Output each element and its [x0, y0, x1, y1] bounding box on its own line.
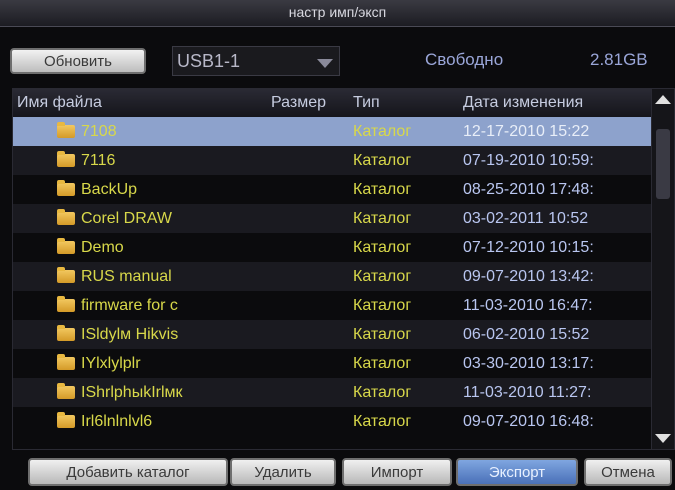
export-button[interactable]: Экспорт [456, 458, 578, 486]
folder-icon [57, 296, 75, 312]
free-space-label: Свободно [425, 50, 504, 69]
file-date: 03-30-2010 13:17: [463, 355, 594, 372]
file-date: 09-07-2010 13:42: [463, 268, 594, 285]
toolbar: Обновить USB1-1 Свободно 2.81GB [0, 34, 675, 84]
file-type: Каталог [353, 181, 412, 198]
file-date: 08-25-2010 17:48: [463, 181, 594, 198]
file-name: RUS manual [81, 268, 172, 285]
file-date: 03-02-2011 10:52 [463, 210, 589, 227]
file-name: Corel DRAW [81, 210, 172, 227]
table-row[interactable]: 7108 Каталог 12-17-2010 15:22 [13, 117, 653, 146]
scroll-up-icon[interactable] [655, 95, 671, 104]
cancel-button[interactable]: Отмена [584, 458, 672, 486]
table-header: Имя файла Размер Тип Дата изменения [13, 89, 653, 118]
file-type: Каталог [353, 384, 412, 401]
folder-icon [57, 354, 75, 370]
folder-icon [57, 122, 75, 138]
table-row[interactable]: RUS manual Каталог 09-07-2010 13:42: [13, 262, 653, 291]
folder-icon [57, 412, 75, 428]
table-row[interactable]: BackUp Каталог 08-25-2010 17:48: [13, 175, 653, 204]
file-name: IYlxlylplr [81, 355, 141, 372]
delete-button[interactable]: Удалить [230, 458, 336, 486]
file-name: ISldylм Hikvis [81, 326, 179, 343]
file-type: Каталог [353, 268, 412, 285]
folder-icon [57, 267, 75, 283]
file-name: 7116 [81, 152, 116, 169]
file-type: Каталог [353, 239, 412, 256]
file-name: firmware for c [81, 297, 178, 314]
import-button[interactable]: Импорт [342, 458, 452, 486]
file-name: Demo [81, 239, 124, 256]
device-select-value: USB1-1 [177, 51, 241, 71]
table-row[interactable]: Irl6lnlnlvl6 Каталог 09-07-2010 16:48: [13, 407, 653, 436]
footer-buttons: Добавить каталог Удалить Импорт Экспорт … [0, 456, 675, 486]
column-header-date[interactable]: Дата изменения [463, 89, 583, 117]
folder-icon [57, 383, 75, 399]
file-date: 06-02-2010 15:52 [463, 326, 590, 343]
scroll-thumb[interactable] [656, 129, 670, 199]
column-header-size[interactable]: Размер [271, 89, 326, 117]
add-directory-button[interactable]: Добавить каталог [28, 458, 228, 486]
table-row[interactable]: IShrlphыkIrlмк Каталог 11-03-2010 11:27: [13, 378, 653, 407]
window-title: настр имп/эксп [0, 0, 675, 27]
table-row[interactable]: Corel DRAW Каталог 03-02-2011 10:52 [13, 204, 653, 233]
file-type: Каталог [353, 326, 412, 343]
file-date: 12-17-2010 15:22 [463, 123, 590, 140]
table-row[interactable]: ISldylм Hikvis Каталог 06-02-2010 15:52 [13, 320, 653, 349]
file-name: 7108 [81, 123, 117, 140]
device-select[interactable]: USB1-1 [172, 46, 340, 76]
file-date: 09-07-2010 16:48: [463, 413, 594, 430]
chevron-down-icon[interactable] [317, 59, 333, 68]
folder-icon [57, 238, 75, 254]
file-name: IShrlphыkIrlмк [81, 384, 183, 401]
table-row[interactable]: Demo Каталог 07-12-2010 10:15: [13, 233, 653, 262]
refresh-button[interactable]: Обновить [10, 48, 146, 74]
folder-icon [57, 151, 75, 167]
file-table: Имя файла Размер Тип Дата изменения 7108… [12, 88, 675, 450]
table-row[interactable]: firmware for c Каталог 11-03-2010 16:47: [13, 291, 653, 320]
folder-icon [57, 325, 75, 341]
file-name: BackUp [81, 181, 138, 198]
file-date: 11-03-2010 11:27: [463, 384, 592, 401]
scrollbar[interactable] [651, 89, 674, 449]
file-date: 07-12-2010 10:15: [463, 239, 594, 256]
column-header-name[interactable]: Имя файла [17, 89, 102, 117]
folder-icon [57, 209, 75, 225]
file-type: Каталог [353, 355, 412, 372]
file-date: 11-03-2010 16:47: [463, 297, 593, 314]
table-row[interactable]: IYlxlylplr Каталог 03-30-2010 13:17: [13, 349, 653, 378]
file-type: Каталог [353, 210, 412, 227]
file-type: Каталог [353, 152, 412, 169]
free-space-value: 2.81GB [590, 50, 648, 69]
file-type: Каталог [353, 297, 412, 314]
file-name: Irl6lnlnlvl6 [81, 413, 153, 430]
file-date: 07-19-2010 10:59: [463, 152, 594, 169]
scroll-down-icon[interactable] [655, 434, 671, 443]
file-type: Каталог [353, 413, 412, 430]
column-header-type[interactable]: Тип [353, 89, 380, 117]
file-type: Каталог [353, 123, 412, 140]
table-row[interactable]: 7116 Каталог 07-19-2010 10:59: [13, 146, 653, 175]
folder-icon [57, 180, 75, 196]
